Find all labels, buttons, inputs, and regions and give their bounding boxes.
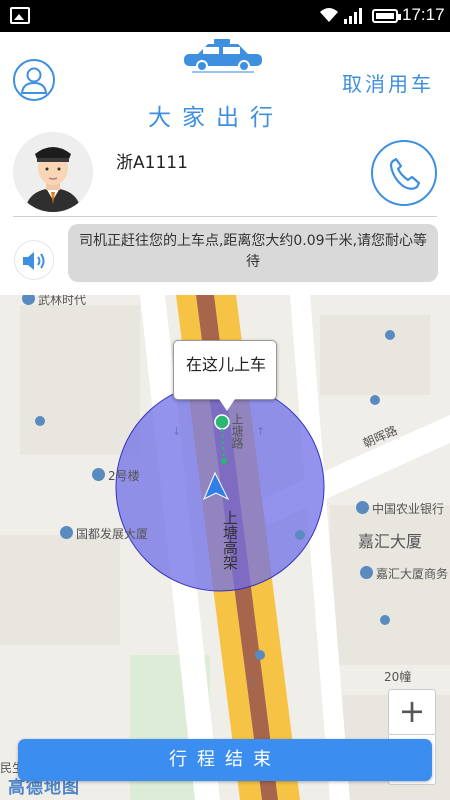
taxi-icon	[184, 39, 262, 73]
battery-icon	[372, 9, 401, 23]
bank-icon	[356, 501, 369, 514]
driver-info-panel: 浙A1111 司机正赶往您的上车点,距离您大约0.09千米,请您耐心等待	[0, 130, 450, 295]
call-driver-button[interactable]	[371, 140, 437, 206]
phone-icon	[389, 157, 421, 190]
svg-text:↓: ↓	[248, 675, 257, 688]
pickup-callout: 在这儿上车	[173, 340, 277, 411]
map-label-shangtang-road: 上塘路	[230, 413, 244, 449]
map-label-wulin: 武林时代	[22, 295, 86, 308]
cancel-ride-button[interactable]: 取消用车	[342, 68, 434, 97]
driver-divider	[13, 216, 437, 217]
app-header: 取消用车 大家出行	[0, 32, 450, 162]
poi-icon	[60, 526, 73, 539]
map-label-agri-bank: 中国农业银行	[356, 500, 444, 517]
license-plate: 浙A1111	[116, 153, 188, 173]
driver-status-message: 司机正赶往您的上车点,距离您大约0.09千米,请您耐心等待	[68, 224, 438, 282]
status-bar: 17:17	[0, 0, 450, 32]
driver-avatar	[13, 132, 93, 212]
gallery-icon	[10, 7, 30, 24]
map-label-shangtang-elevated: 上塘高架	[221, 510, 239, 570]
poi-icon	[360, 566, 373, 579]
clock: 17:17	[402, 5, 445, 24]
user-avatar-icon[interactable]	[13, 59, 55, 101]
poi-icon	[92, 468, 105, 481]
map-label-jiahui-shop: 嘉汇大厦商务	[360, 565, 448, 582]
speaker-icon	[23, 252, 45, 270]
speaker-button[interactable]	[14, 240, 54, 280]
map-label-guodu: 国都发展大厦	[60, 525, 148, 542]
app-title: 大家出行	[148, 105, 284, 131]
map-view[interactable]: ↓ ↑ ↓ 在这儿上车 武林时代 2号楼 国都发展大厦 中国农业银行 嘉汇大厦 …	[0, 295, 450, 800]
pickup-label: 在这儿上车	[185, 355, 266, 374]
map-label-jiahui: 嘉汇大厦	[358, 532, 423, 551]
wifi-icon	[320, 8, 338, 22]
map-label-building20: 20幢	[384, 670, 412, 684]
signal-icon	[344, 8, 362, 24]
map-label-building2: 2号楼	[92, 467, 140, 484]
poi-icon	[22, 295, 35, 305]
zoom-in-button[interactable]: +	[388, 689, 436, 735]
end-trip-button[interactable]: 行程结束	[18, 739, 432, 781]
